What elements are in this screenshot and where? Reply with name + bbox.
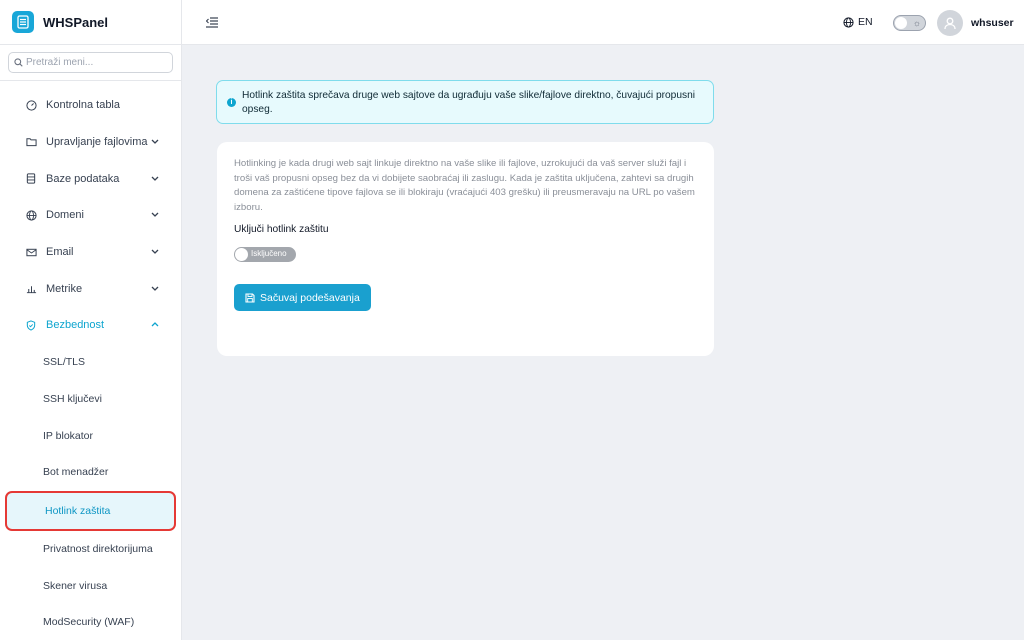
search-input[interactable]	[26, 57, 156, 68]
sidebar: WHSPanel Kontrolna tabla Upravljanje faj…	[0, 0, 182, 640]
globe-icon	[843, 16, 854, 28]
sidebar-item-metrike[interactable]: Metrike	[0, 270, 181, 307]
chevron-down-icon	[151, 174, 159, 183]
save-settings-button[interactable]: Sačuvaj podešavanja	[234, 284, 371, 311]
brand-name: WHSPanel	[43, 14, 109, 30]
toggle-knob	[235, 248, 248, 261]
mail-icon	[25, 246, 37, 258]
save-icon	[245, 292, 255, 303]
toggle-state-text: Isključeno	[251, 249, 287, 258]
chevron-down-icon	[151, 211, 159, 220]
server-logo-icon	[12, 11, 34, 33]
sidebar-item-kontrolna-tabla[interactable]: Kontrolna tabla	[0, 87, 181, 124]
shield-icon	[25, 319, 37, 331]
sun-icon: ☼	[912, 18, 921, 28]
sidebar-subitem-ssl-tls[interactable]: SSL/TLS	[0, 344, 181, 381]
sidebar-item-email[interactable]: Email	[0, 234, 181, 271]
bar-chart-icon	[25, 283, 37, 295]
globe-icon	[25, 209, 37, 221]
info-icon: i	[227, 98, 236, 107]
dashboard-icon	[25, 99, 37, 111]
sidebar-item-bezbednost[interactable]: Bezbednost	[0, 307, 181, 344]
username[interactable]: whsuser	[971, 17, 1014, 29]
topbar: EN ☼ whsuser	[182, 0, 1024, 45]
sidebar-subitem-ip-blokator[interactable]: IP blokator	[0, 417, 181, 454]
sidebar-item-label: Metrike	[46, 282, 83, 295]
avatar[interactable]	[937, 10, 963, 36]
sidebar-menu: Kontrolna tabla Upravljanje fajlovima Ba…	[0, 81, 181, 640]
sidebar-subitem-skener-virusa[interactable]: Skener virusa	[0, 567, 181, 604]
chevron-up-icon	[151, 321, 159, 330]
folder-icon	[25, 136, 37, 148]
info-alert: i Hotlink zaštita sprečava druge web saj…	[216, 80, 714, 124]
chevron-down-icon	[151, 248, 159, 257]
save-button-label: Sačuvaj podešavanja	[260, 291, 360, 304]
sidebar-item-label: Kontrolna tabla	[46, 99, 120, 112]
toggle-label: Uključi hotlink zaštitu	[234, 224, 329, 235]
hotlink-settings-card: Hotlinking je kada drugi web sajt linkuj…	[217, 142, 714, 356]
sidebar-subitem-ssh-kljucevi[interactable]: SSH ključevi	[0, 381, 181, 418]
sidebar-item-label: Upravljanje fajlovima	[46, 136, 148, 149]
alert-text: Hotlink zaštita sprečava druge web sajto…	[242, 90, 696, 115]
sidebar-subitem-modsecurity-waf[interactable]: ModSecurity (WAF)	[0, 604, 181, 640]
hotlink-description: Hotlinking je kada drugi web sajt linkuj…	[234, 158, 695, 213]
search-wrap	[0, 45, 181, 81]
sidebar-subitem-bot-menadzer[interactable]: Bot menadžer	[0, 454, 181, 491]
brand[interactable]: WHSPanel	[0, 0, 181, 45]
chevron-down-icon	[151, 284, 159, 293]
chevron-down-icon	[151, 138, 159, 147]
sidebar-item-upravljanje-fajlovima[interactable]: Upravljanje fajlovima	[0, 124, 181, 161]
toggle-knob	[895, 17, 907, 29]
search-box[interactable]	[8, 52, 173, 73]
hotlink-protection-toggle[interactable]: Isključeno	[234, 247, 296, 262]
sidebar-item-label: Baze podataka	[46, 172, 120, 185]
sidebar-item-domeni[interactable]: Domeni	[0, 197, 181, 234]
database-icon	[25, 173, 37, 185]
sidebar-subitem-privatnost-direktorijuma[interactable]: Privatnost direktorijuma	[0, 531, 181, 568]
search-icon	[14, 54, 23, 72]
sidebar-item-label: Email	[46, 246, 74, 259]
language-selector[interactable]: EN	[843, 16, 873, 28]
sidebar-item-label: Bezbednost	[46, 319, 105, 332]
collapse-menu-icon[interactable]	[205, 15, 220, 29]
language-code: EN	[858, 16, 873, 28]
user-icon	[944, 17, 956, 30]
sidebar-subitem-hotlink-zastita[interactable]: Hotlink zaštita	[5, 490, 176, 531]
theme-toggle[interactable]: ☼	[893, 15, 926, 31]
sidebar-item-label: Domeni	[46, 209, 84, 222]
sidebar-item-baze-podataka[interactable]: Baze podataka	[0, 160, 181, 197]
